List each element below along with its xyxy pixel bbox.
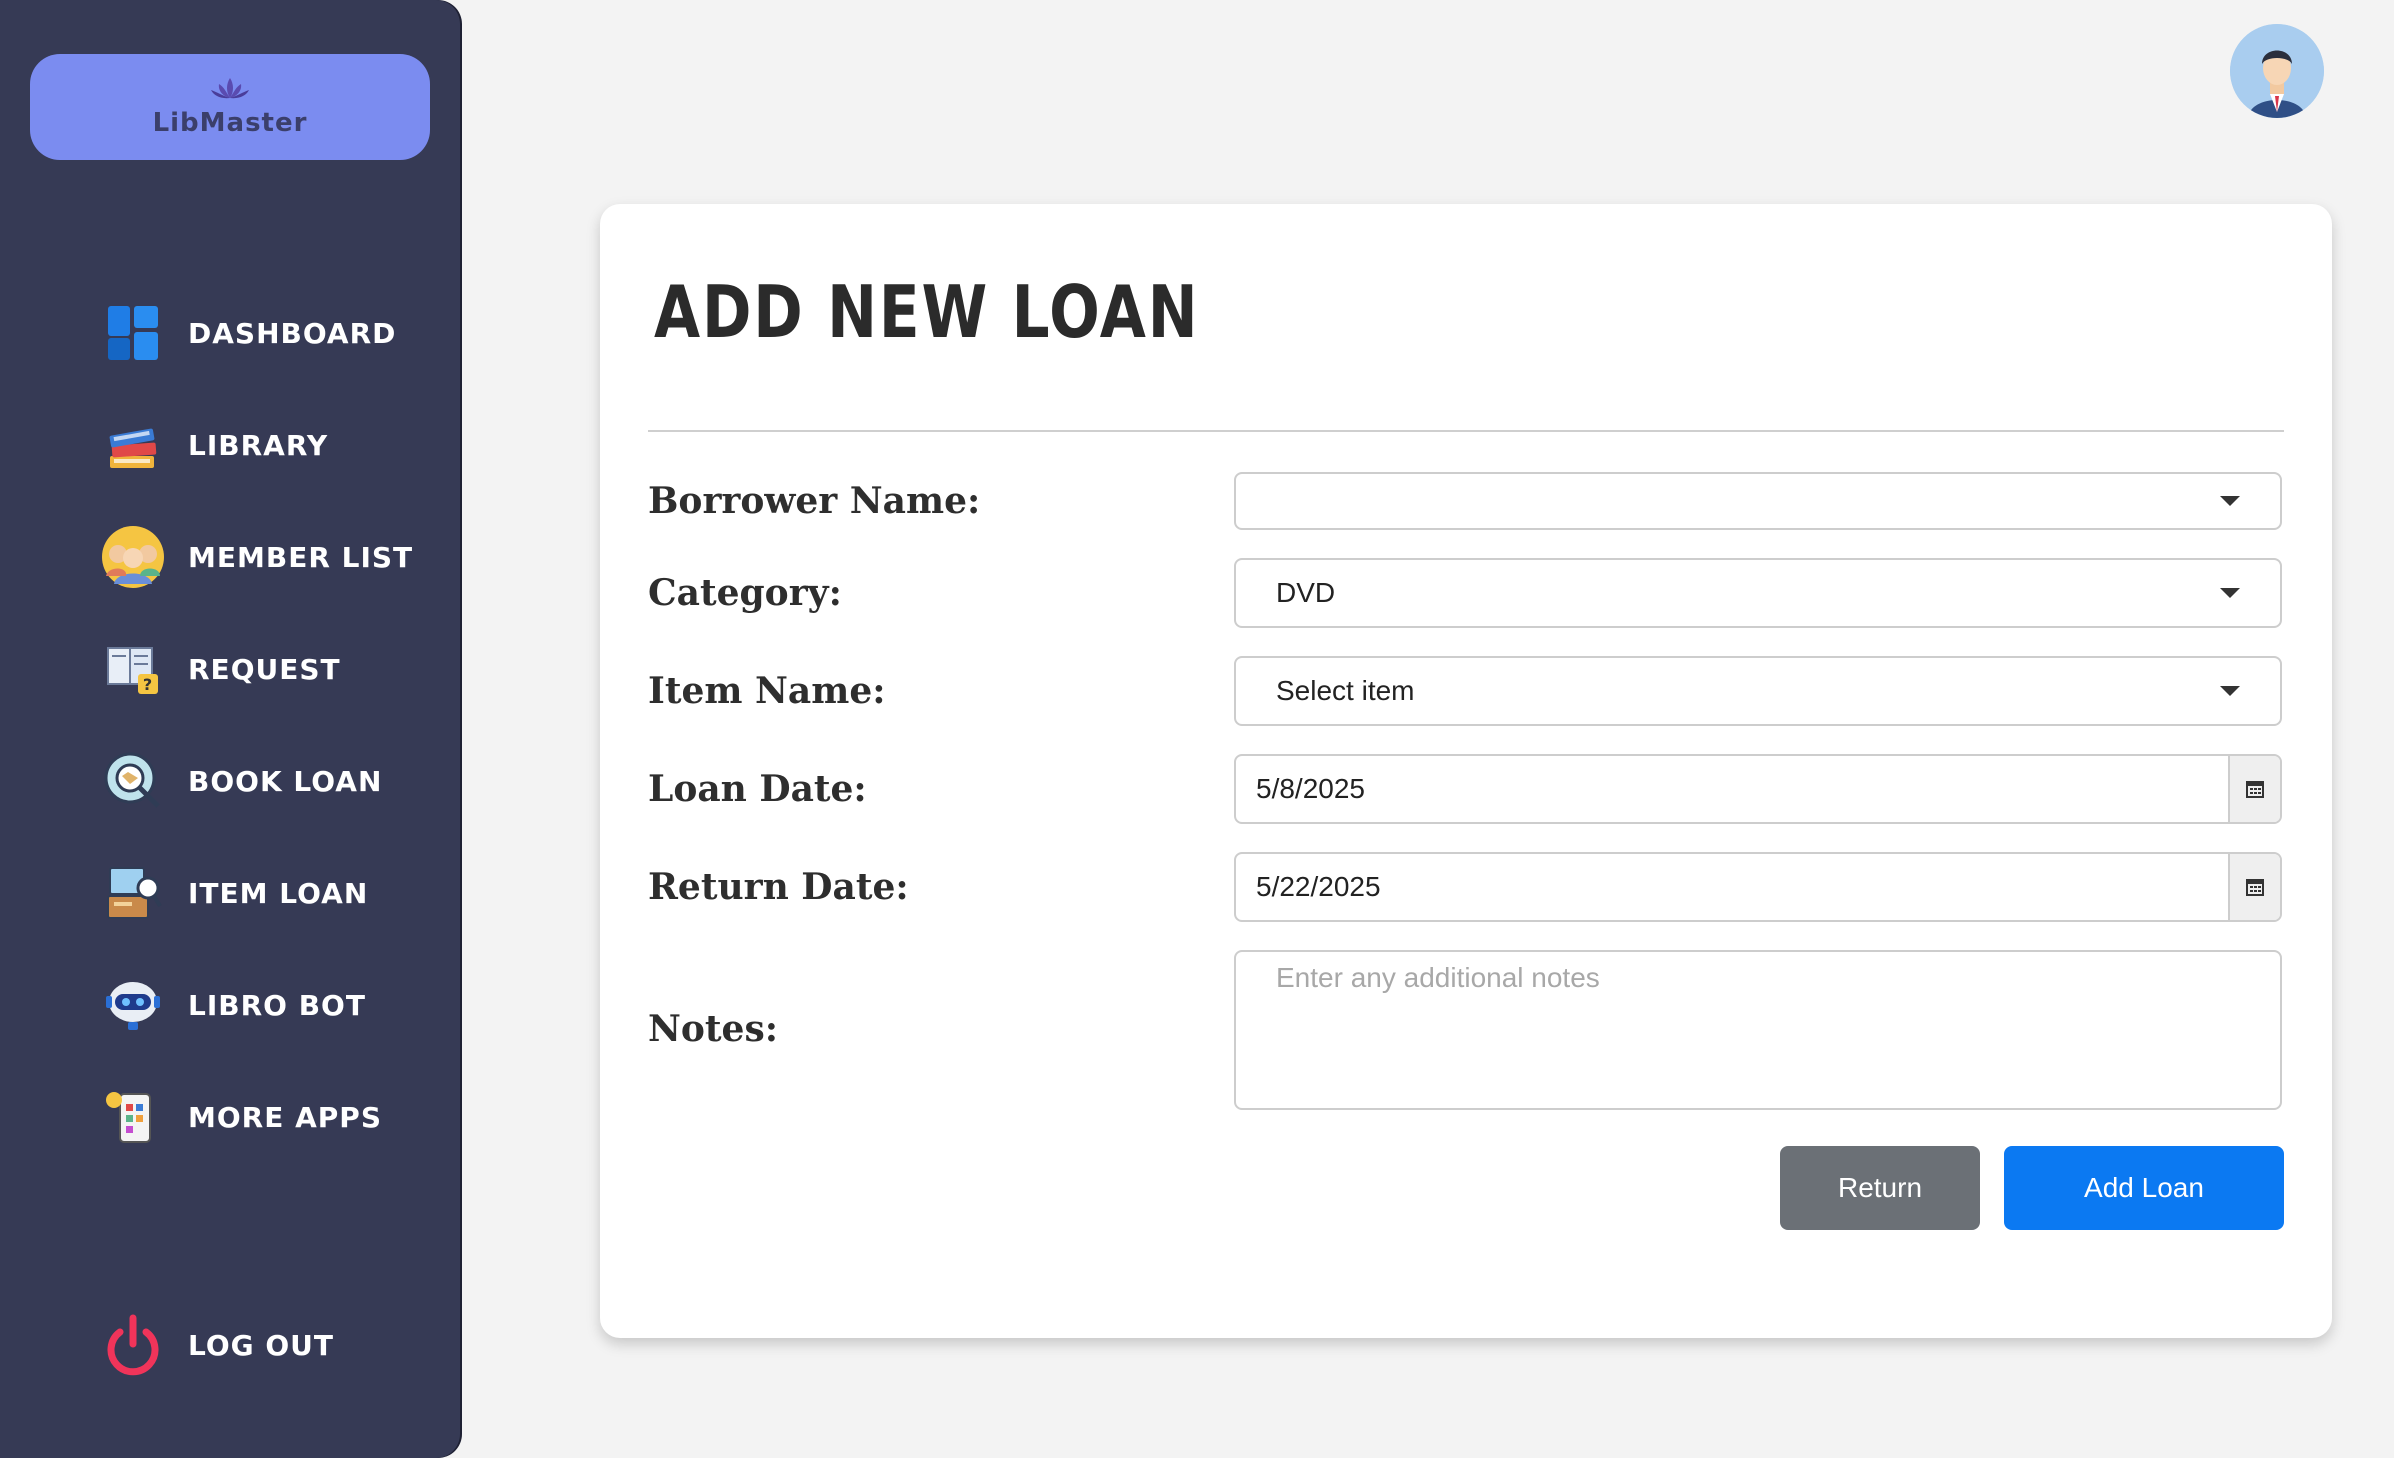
robot-icon <box>100 972 166 1038</box>
sidebar: LibMaster DASHBOARD LIBRARY MEMBER LIST … <box>0 0 460 1458</box>
divider <box>648 430 2284 432</box>
sidebar-item-label: LIBRARY <box>188 428 329 462</box>
return-date-label: Return Date: <box>648 866 909 908</box>
item-name-select[interactable]: Select item <box>1234 656 2282 726</box>
sidebar-item-label: BOOK LOAN <box>188 764 383 798</box>
category-label: Category: <box>648 572 842 614</box>
sidebar-item-dashboard[interactable]: DASHBOARD <box>100 298 396 368</box>
chevron-down-icon <box>2220 496 2240 506</box>
sidebar-item-label: LIBRO BOT <box>188 988 366 1022</box>
sidebar-item-member-list[interactable]: MEMBER LIST <box>100 522 413 592</box>
loan-date-value: 5/8/2025 <box>1256 773 1365 804</box>
sidebar-item-label: MORE APPS <box>188 1100 382 1134</box>
borrower-name-label: Borrower Name: <box>648 480 981 522</box>
app-name: LibMaster <box>152 108 308 138</box>
sidebar-item-more-apps[interactable]: MORE APPS <box>100 1082 382 1152</box>
apps-icon <box>100 1084 166 1150</box>
return-button[interactable]: Return <box>1780 1146 1980 1230</box>
sidebar-item-libro-bot[interactable]: LIBRO BOT <box>100 970 366 1040</box>
dashboard-icon <box>100 300 166 366</box>
notes-textarea[interactable] <box>1234 950 2282 1110</box>
power-icon <box>100 1312 166 1378</box>
sidebar-item-label: DASHBOARD <box>188 316 397 350</box>
sidebar-item-label: REQUEST <box>188 652 341 686</box>
request-icon: ? <box>100 636 166 702</box>
chevron-down-icon <box>2220 686 2240 696</box>
user-avatar-icon <box>2230 24 2324 118</box>
book-loan-icon <box>100 748 166 814</box>
page-title: ADD NEW LOAN <box>654 270 1200 354</box>
logout-button[interactable]: LOG OUT <box>100 1310 334 1380</box>
books-icon <box>100 412 166 478</box>
logout-label: LOG OUT <box>188 1328 335 1362</box>
category-value: DVD <box>1276 577 1336 608</box>
borrower-name-select[interactable] <box>1234 472 2282 530</box>
calendar-icon[interactable] <box>2228 756 2280 822</box>
sidebar-item-book-loan[interactable]: BOOK LOAN <box>100 746 382 816</box>
app-logo[interactable]: LibMaster <box>30 54 430 160</box>
chevron-down-icon <box>2220 588 2240 598</box>
sidebar-item-label: ITEM LOAN <box>188 876 369 910</box>
members-icon <box>100 524 166 590</box>
lotus-logo-icon <box>211 78 249 99</box>
sidebar-item-request[interactable]: ? REQUEST <box>100 634 341 704</box>
svg-text:?: ? <box>143 675 153 694</box>
item-loan-icon <box>100 860 166 926</box>
item-name-value: Select item <box>1276 675 1415 706</box>
notes-label: Notes: <box>648 1008 779 1050</box>
sidebar-item-item-loan[interactable]: ITEM LOAN <box>100 858 368 928</box>
calendar-icon[interactable] <box>2228 854 2280 920</box>
loan-date-label: Loan Date: <box>648 768 867 810</box>
user-avatar[interactable] <box>2230 24 2324 118</box>
loan-date-input[interactable]: 5/8/2025 <box>1234 754 2282 824</box>
sidebar-item-label: MEMBER LIST <box>188 540 414 574</box>
add-loan-card: ADD NEW LOAN Borrower Name: Category: DV… <box>600 204 2332 1338</box>
return-date-input[interactable]: 5/22/2025 <box>1234 852 2282 922</box>
sidebar-item-library[interactable]: LIBRARY <box>100 410 328 480</box>
add-loan-button[interactable]: Add Loan <box>2004 1146 2284 1230</box>
return-date-value: 5/22/2025 <box>1256 871 1381 902</box>
category-select[interactable]: DVD <box>1234 558 2282 628</box>
item-name-label: Item Name: <box>648 670 886 712</box>
